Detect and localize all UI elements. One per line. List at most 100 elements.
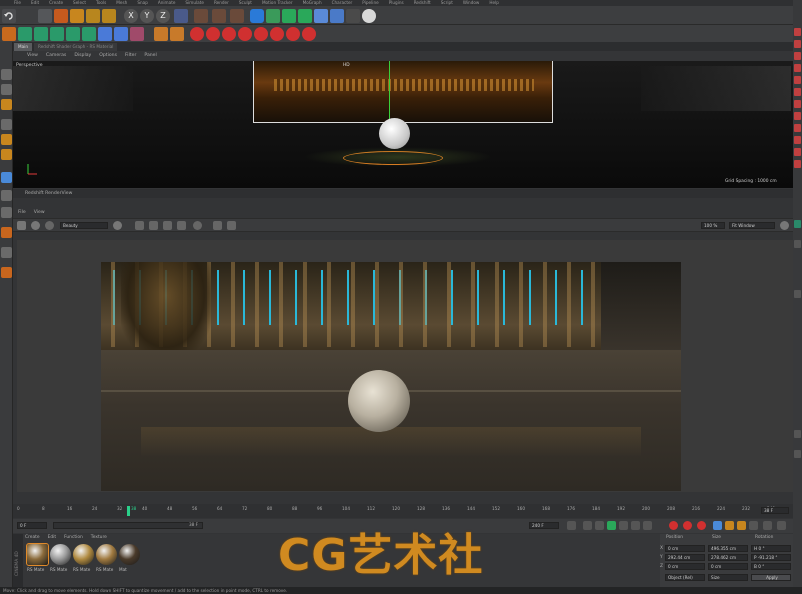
right-tool-4[interactable]: [794, 64, 801, 72]
snapshot-icon[interactable]: [17, 221, 26, 230]
rs-render-icon[interactable]: [154, 27, 168, 41]
right-tool-2[interactable]: [794, 40, 801, 48]
select-tool-icon[interactable]: [38, 9, 52, 23]
size-x-field[interactable]: 496.355 cm: [708, 545, 748, 552]
deformer-icon[interactable]: [314, 9, 328, 23]
record-icon[interactable]: [190, 27, 204, 41]
axis-mode-icon[interactable]: [1, 172, 12, 183]
tab-main[interactable]: Main: [14, 43, 32, 51]
z-axis-icon[interactable]: Z: [156, 9, 170, 23]
key-param-toggle-icon[interactable]: [749, 521, 758, 530]
material-swatch[interactable]: [50, 544, 71, 565]
cube-icon[interactable]: [250, 9, 264, 23]
right-tool-14[interactable]: [794, 240, 801, 248]
texture-mode-icon[interactable]: [1, 99, 12, 110]
key-scale-toggle-icon[interactable]: [725, 521, 734, 530]
viewport-menu-view[interactable]: View: [27, 51, 38, 61]
material-menu-texture[interactable]: Texture: [91, 535, 107, 540]
right-tool-16[interactable]: [794, 430, 801, 438]
goto-end-icon[interactable]: [643, 521, 652, 530]
rotation-p-field[interactable]: P -91.218 °: [751, 554, 791, 561]
prev-frame-icon[interactable]: [595, 521, 604, 530]
rs-object-icon[interactable]: [18, 27, 32, 41]
refresh-icon[interactable]: [45, 221, 54, 230]
pen-icon[interactable]: [266, 9, 280, 23]
end-frame-field[interactable]: 240 F: [529, 522, 559, 529]
rs-camera-icon[interactable]: [98, 27, 112, 41]
right-tool-10[interactable]: [794, 136, 801, 144]
undo-button[interactable]: [2, 9, 16, 23]
material-swatch[interactable]: [96, 544, 117, 565]
timeline-playhead[interactable]: [127, 506, 130, 516]
viewport-menu-display[interactable]: Display: [74, 51, 91, 61]
sphere-object[interactable]: [379, 118, 410, 149]
region-icon[interactable]: [149, 221, 158, 230]
polygons-mode-icon[interactable]: [1, 149, 12, 160]
rs-tag-icon[interactable]: [114, 27, 128, 41]
key-point-icon[interactable]: [302, 27, 316, 41]
coordinate-system-icon[interactable]: [174, 9, 188, 23]
size-mode-select[interactable]: Size: [708, 574, 748, 581]
scale-tool-icon[interactable]: [70, 9, 84, 23]
array-icon[interactable]: [298, 9, 312, 23]
autokey-active-icon[interactable]: [683, 521, 692, 530]
channel-icon[interactable]: [113, 221, 122, 230]
start-frame-field[interactable]: 0 F: [17, 522, 47, 529]
edges-mode-icon[interactable]: [1, 134, 12, 145]
key-position-icon[interactable]: [238, 27, 252, 41]
subdivision-icon[interactable]: [282, 9, 296, 23]
transform-tool-icon[interactable]: [102, 9, 116, 23]
rotate-tool-icon[interactable]: [86, 9, 100, 23]
points-mode-icon[interactable]: [1, 119, 12, 130]
timeline-ruler[interactable]: 38 0 8 16 24 32 40 48 56 64 72 80 88 96 104 112 120 128 1…: [13, 504, 793, 518]
timeline-menu-icon[interactable]: [777, 521, 786, 530]
key-param-icon[interactable]: [286, 27, 300, 41]
prev-key-icon[interactable]: [583, 521, 592, 530]
preview-range-slider[interactable]: [53, 522, 203, 529]
rotation-b-field[interactable]: B 0 °: [751, 563, 791, 570]
right-tool-12[interactable]: [794, 160, 801, 168]
right-tool-8[interactable]: [794, 112, 801, 120]
right-tool-9[interactable]: [794, 124, 801, 132]
next-key-icon[interactable]: [631, 521, 640, 530]
right-tool-1[interactable]: [794, 28, 801, 36]
light-icon[interactable]: [362, 9, 376, 23]
play-icon[interactable]: [607, 521, 616, 530]
material-swatch[interactable]: [73, 544, 94, 565]
rs-light-icon[interactable]: [66, 27, 80, 41]
brush-icon[interactable]: [1, 247, 12, 258]
material-menu-edit[interactable]: Edit: [48, 535, 57, 540]
redshift-logo-icon[interactable]: [2, 27, 16, 41]
keyframe-icon[interactable]: [206, 27, 220, 41]
renderview-menu-file[interactable]: File: [18, 208, 26, 217]
move-tool-icon[interactable]: [54, 9, 68, 23]
record-active-icon[interactable]: [669, 521, 678, 530]
tab-shader-graph[interactable]: Redshift Shader Graph - RS Material: [34, 43, 118, 51]
lock-icon[interactable]: [163, 221, 172, 230]
perspective-viewport[interactable]: Perspective HD Grid Spacing : 1000 cm: [13, 61, 793, 188]
keyframe-selection-icon[interactable]: [697, 521, 706, 530]
material-menu-create[interactable]: Create: [25, 535, 40, 540]
x-axis-icon[interactable]: X: [124, 9, 138, 23]
model-mode-icon[interactable]: [1, 84, 12, 95]
camera-icon[interactable]: [346, 9, 360, 23]
rs-proxy-icon[interactable]: [34, 27, 48, 41]
key-pla-toggle-icon[interactable]: [763, 521, 772, 530]
right-tool-13[interactable]: [794, 220, 801, 228]
viewport-menu-cameras[interactable]: Cameras: [46, 51, 66, 61]
crop-icon[interactable]: [135, 221, 144, 230]
render-start-icon[interactable]: [31, 221, 40, 230]
current-frame-field[interactable]: 38 F: [761, 507, 789, 514]
material-swatch[interactable]: [119, 544, 140, 565]
render-view-icon[interactable]: [194, 9, 208, 23]
size-y-field[interactable]: 278.462 cm: [708, 554, 748, 561]
fit-mode-select[interactable]: Fit Window: [729, 222, 775, 229]
next-frame-icon[interactable]: [619, 521, 628, 530]
viewport-menu-panel[interactable]: Panel: [144, 51, 156, 61]
key-scale-icon[interactable]: [270, 27, 284, 41]
position-x-field[interactable]: 0 cm: [665, 545, 705, 552]
rs-environment-icon[interactable]: [82, 27, 96, 41]
make-editable-icon[interactable]: [1, 69, 12, 80]
snap-icon[interactable]: [1, 190, 12, 201]
workplane-icon[interactable]: [1, 207, 12, 218]
